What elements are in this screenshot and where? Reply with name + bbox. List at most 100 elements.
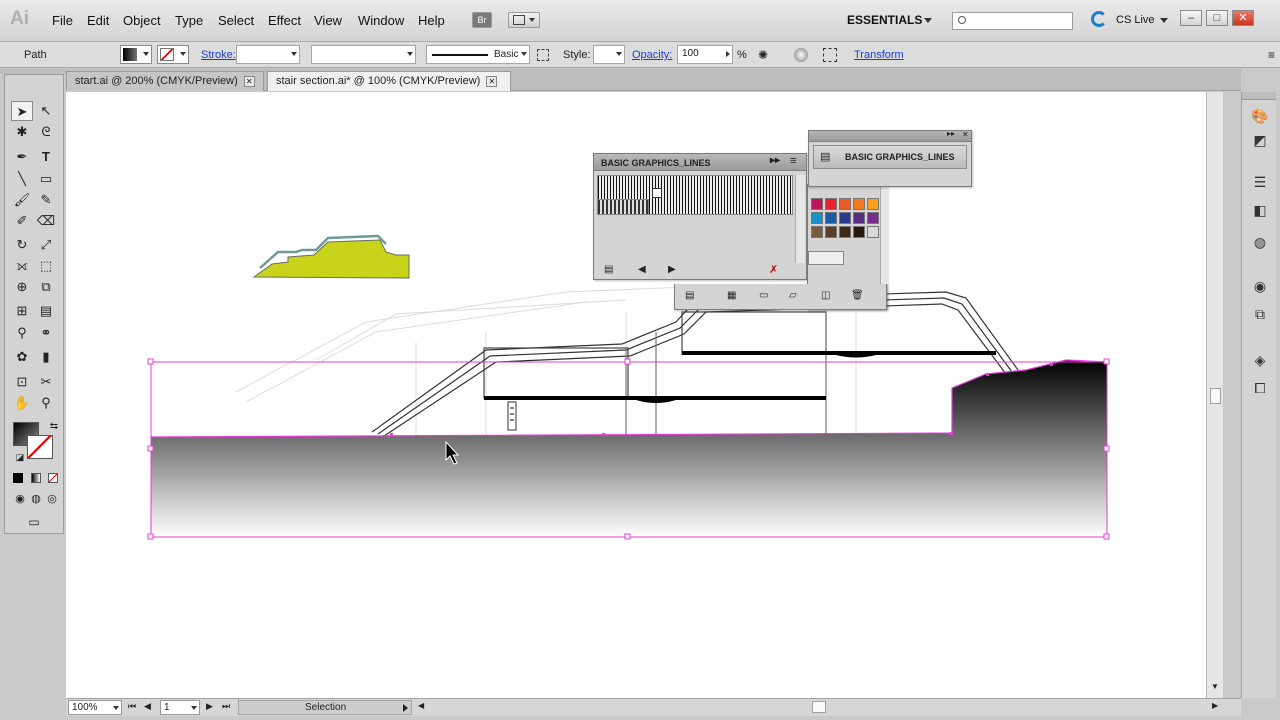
minimize-button[interactable]: –	[1180, 10, 1202, 26]
line-tool-icon[interactable]: ╲	[11, 169, 33, 189]
color-swatch[interactable]	[825, 198, 837, 210]
scroll-right-icon[interactable]: ▶	[1212, 701, 1218, 710]
color-swatch[interactable]	[839, 198, 851, 210]
arrange-documents-button[interactable]	[508, 12, 540, 28]
maximize-button[interactable]: □	[1206, 10, 1228, 26]
green-profile-shape[interactable]	[252, 234, 410, 279]
graphic-styles-icon[interactable]: ⧉	[1250, 304, 1270, 324]
rectangle-tool-icon[interactable]: ▭	[35, 169, 57, 189]
swatch-library-icon[interactable]: ▤	[685, 290, 694, 301]
lasso-tool-icon[interactable]: ᘓ	[35, 122, 57, 142]
panel-menu-icon[interactable]: ≡	[1268, 48, 1275, 62]
collapsed-brush-panel[interactable]: ▸▸ ✕ ▤ BASIC GRAPHICS_LINES	[808, 129, 972, 187]
transform-panel-link[interactable]: Transform	[854, 49, 904, 61]
cs-live-chevron-icon[interactable]	[1160, 18, 1168, 23]
cs-live-button[interactable]: CS Live	[1116, 14, 1155, 26]
shape-builder-tool-icon[interactable]: ⊕	[11, 277, 33, 297]
menu-window[interactable]: Window	[358, 13, 404, 28]
horizontal-scroll-thumb[interactable]	[812, 701, 826, 713]
blend-tool-icon[interactable]: ⚭	[35, 323, 57, 343]
workspace-chevron-icon[interactable]	[924, 18, 932, 23]
appearance-panel-icon[interactable]: ◉	[1250, 276, 1270, 296]
vertical-scroll-thumb[interactable]	[1210, 388, 1221, 404]
blob-brush-tool-icon[interactable]: ✐	[11, 211, 33, 231]
type-tool-icon[interactable]: T	[35, 147, 57, 167]
tab-start-ai[interactable]: start.ai @ 200% (CMYK/Preview) ✕	[66, 71, 264, 91]
recolor-artwork-icon[interactable]: ✺	[758, 48, 772, 62]
swatch-grid[interactable]	[808, 196, 883, 240]
color-swatch[interactable]	[853, 212, 865, 224]
color-swatch[interactable]	[839, 226, 851, 238]
color-swatch[interactable]	[811, 226, 823, 238]
artboards-panel-icon[interactable]: ⧠	[1250, 378, 1270, 398]
perspective-grid-tool-icon[interactable]: ⧉	[35, 277, 57, 297]
variable-width-profile[interactable]	[311, 45, 416, 64]
eraser-tool-icon[interactable]: ⌫	[35, 211, 57, 231]
brush-definition-dropdown[interactable]: Basic	[426, 45, 530, 64]
panel-menu-icon[interactable]: ≡	[790, 155, 796, 167]
transparency-panel-icon[interactable]: ◍	[1250, 232, 1270, 252]
collapsed-panel-tab[interactable]: ▤ BASIC GRAPHICS_LINES	[813, 145, 967, 169]
symbol-sprayer-tool-icon[interactable]: ✿	[11, 347, 33, 367]
magic-wand-tool-icon[interactable]: ✱	[11, 122, 33, 142]
stroke-weight-field[interactable]	[236, 45, 300, 64]
gradient-mode-icon[interactable]	[31, 473, 41, 483]
search-input[interactable]	[971, 14, 1069, 28]
brush-library-menu-icon[interactable]: ▤	[604, 264, 613, 275]
close-window-button[interactable]: ✕	[1232, 10, 1254, 26]
collapsed-panel-header[interactable]: ▸▸ ✕	[809, 129, 971, 142]
new-color-group-icon[interactable]: ▱	[789, 290, 797, 301]
scroll-down-icon[interactable]: ▼	[1211, 682, 1219, 691]
color-swatch[interactable]	[867, 226, 879, 238]
gradient-panel-icon[interactable]: ◧	[1250, 200, 1270, 220]
direct-selection-tool-icon[interactable]: ↖	[35, 101, 57, 121]
rotate-tool-icon[interactable]: ↻	[11, 235, 33, 255]
swatch-options-icon[interactable]: ▭	[759, 290, 768, 301]
width-tool-icon[interactable]: ⟗	[11, 256, 33, 276]
none-mode-icon[interactable]	[48, 473, 58, 483]
previous-artboard-icon[interactable]: ◀	[144, 701, 151, 712]
selection-tool-icon[interactable]: ➤	[11, 101, 33, 121]
brush-options-icon[interactable]	[537, 49, 549, 61]
menu-select[interactable]: Select	[218, 13, 254, 28]
brush-library-scrollbar[interactable]	[795, 175, 805, 263]
align-to-icon[interactable]	[794, 48, 808, 62]
default-colors-icon[interactable]: ◪	[9, 447, 31, 467]
selected-brush-thumb[interactable]	[652, 188, 662, 198]
color-panel-icon[interactable]: 🎨	[1250, 106, 1270, 126]
color-swatch[interactable]	[853, 198, 865, 210]
swatches-scrollbar[interactable]	[880, 184, 888, 284]
close-icon[interactable]: ✕	[243, 75, 255, 87]
tab-stair-section-ai[interactable]: stair section.ai* @ 100% (CMYK/Preview) ✕	[267, 71, 511, 91]
vertical-scrollbar[interactable]: ▼	[1206, 92, 1223, 698]
menu-help[interactable]: Help	[418, 13, 445, 28]
color-swatch[interactable]	[811, 212, 823, 224]
slice-tool-icon[interactable]: ✂	[35, 372, 57, 392]
opacity-panel-link[interactable]: Opacity:	[632, 49, 672, 61]
menu-type[interactable]: Type	[175, 13, 203, 28]
next-artboard-icon[interactable]: ▶	[206, 701, 213, 712]
stroke-panel-icon[interactable]: ☰	[1250, 172, 1270, 192]
pen-tool-icon[interactable]: ✒	[11, 147, 33, 167]
fill-swatch[interactable]	[120, 45, 152, 64]
panel-arrows-icon[interactable]: ▸▸	[770, 155, 780, 166]
color-swatch[interactable]	[867, 212, 879, 224]
free-transform-tool-icon[interactable]: ⬚	[35, 256, 57, 276]
artboard-tool-icon[interactable]: ⊡	[11, 372, 33, 392]
stroke-panel-link[interactable]: Stroke:	[201, 49, 236, 61]
last-artboard-icon[interactable]: ⏭	[222, 701, 230, 712]
scroll-left-icon[interactable]: ◀	[418, 701, 424, 710]
menu-file[interactable]: File	[52, 13, 73, 28]
stair-section-drawing[interactable]	[371, 291, 1019, 437]
paintbrush-tool-icon[interactable]: 🖌	[11, 190, 33, 210]
color-swatch[interactable]	[853, 226, 865, 238]
scale-tool-icon[interactable]: ⤢	[35, 235, 57, 255]
swap-colors-icon[interactable]: ⇆	[43, 417, 65, 437]
isolate-group-icon[interactable]	[823, 48, 837, 62]
stroke-swatch[interactable]	[157, 45, 189, 64]
close-icon[interactable]: ✕	[962, 130, 969, 139]
menu-edit[interactable]: Edit	[87, 13, 109, 28]
zoom-dropdown[interactable]: 100%	[68, 700, 122, 715]
graphic-style-dropdown[interactable]	[593, 45, 625, 64]
previous-library-icon[interactable]: ◀	[638, 264, 646, 275]
